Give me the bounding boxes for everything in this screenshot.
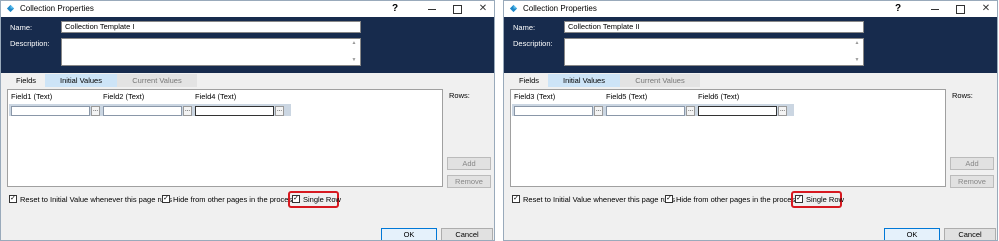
single-row-label: Single Row xyxy=(806,195,844,204)
hide-from-pages-checkbox[interactable]: ✓ xyxy=(665,195,673,203)
app-logo-icon xyxy=(509,4,518,13)
minimize-icon[interactable] xyxy=(425,2,439,15)
add-button[interactable]: Add xyxy=(447,157,491,170)
remove-button[interactable]: Remove xyxy=(950,175,994,188)
tab-fields[interactable]: Fields xyxy=(7,74,45,87)
single-row-label: Single Row xyxy=(303,195,341,204)
ok-button[interactable]: OK xyxy=(884,228,940,240)
browse-button[interactable]: ... xyxy=(686,106,695,116)
tab-initial-values[interactable]: Initial Values xyxy=(548,74,620,87)
window-title: Collection Properties xyxy=(523,4,597,13)
scroll-down-icon[interactable]: ▼ xyxy=(350,57,358,64)
add-button[interactable]: Add xyxy=(950,157,994,170)
cell-input[interactable] xyxy=(11,106,90,116)
collection-properties-dialog-2: Collection Properties ? ✕ Name: Collecti… xyxy=(503,0,998,241)
cancel-button[interactable]: Cancel xyxy=(441,228,493,240)
close-icon[interactable]: ✕ xyxy=(476,2,490,15)
name-label: Name: xyxy=(513,23,536,32)
column-header: Field1 (Text) xyxy=(11,92,53,101)
checkmark-icon: ✓ xyxy=(513,195,519,202)
browse-button[interactable]: ... xyxy=(91,106,100,116)
hide-from-pages-label: Hide from other pages in the process xyxy=(676,195,799,204)
name-input[interactable]: Collection Template I xyxy=(61,21,361,33)
cell-input[interactable] xyxy=(103,106,182,116)
browse-button[interactable]: ... xyxy=(183,106,192,116)
checkmark-icon: ✓ xyxy=(163,195,169,202)
properties-header: Name: Collection Template I Description:… xyxy=(1,17,494,73)
column-header: Field5 (Text) xyxy=(606,92,648,101)
cancel-button[interactable]: Cancel xyxy=(944,228,996,240)
reset-initial-checkbox[interactable]: ✓ xyxy=(9,195,17,203)
title-bar: Collection Properties ? ✕ xyxy=(1,1,494,17)
column-header: Field4 (Text) xyxy=(195,92,237,101)
tab-fields[interactable]: Fields xyxy=(510,74,548,87)
checkmark-icon: ✓ xyxy=(10,195,16,202)
help-button[interactable]: ? xyxy=(891,2,905,15)
ok-button[interactable]: OK xyxy=(381,228,437,240)
cell-input[interactable] xyxy=(195,106,274,116)
collection-grid: Field3 (Text) Field5 (Text) Field6 (Text… xyxy=(510,89,946,187)
single-row-checkbox[interactable]: ✓ xyxy=(795,195,803,203)
minimize-icon[interactable] xyxy=(928,2,942,15)
scroll-up-icon[interactable]: ▲ xyxy=(853,40,861,47)
browse-button[interactable]: ... xyxy=(275,106,284,116)
cell-input[interactable] xyxy=(514,106,593,116)
collection-grid: Field1 (Text) Field2 (Text) Field4 (Text… xyxy=(7,89,443,187)
hide-from-pages-checkbox[interactable]: ✓ xyxy=(162,195,170,203)
help-button[interactable]: ? xyxy=(388,2,402,15)
maximize-icon[interactable] xyxy=(953,2,967,15)
scroll-up-icon[interactable]: ▲ xyxy=(350,40,358,47)
name-input[interactable]: Collection Template II xyxy=(564,21,864,33)
checkmark-icon: ✓ xyxy=(666,195,672,202)
cell-input[interactable] xyxy=(606,106,685,116)
tab-current-values[interactable]: Current Values xyxy=(117,74,197,87)
maximize-icon[interactable] xyxy=(450,2,464,15)
collection-properties-dialog-1: Collection Properties ? ✕ Name: Collecti… xyxy=(0,0,495,241)
description-label: Description: xyxy=(10,39,50,48)
checkmark-icon: ✓ xyxy=(796,195,802,202)
reset-initial-label: Reset to Initial Value whenever this pag… xyxy=(523,195,676,204)
title-bar: Collection Properties ? ✕ xyxy=(504,1,997,17)
scroll-down-icon[interactable]: ▼ xyxy=(853,57,861,64)
browse-button[interactable]: ... xyxy=(778,106,787,116)
properties-header: Name: Collection Template II Description… xyxy=(504,17,997,73)
column-header: Field6 (Text) xyxy=(698,92,740,101)
description-label: Description: xyxy=(513,39,553,48)
description-input[interactable]: ▲ ▼ xyxy=(61,38,361,66)
browse-button[interactable]: ... xyxy=(594,106,603,116)
rows-label: Rows: xyxy=(952,91,973,100)
checkmark-icon: ✓ xyxy=(293,195,299,202)
hide-from-pages-label: Hide from other pages in the process xyxy=(173,195,296,204)
app-logo-icon xyxy=(6,4,15,13)
tab-current-values[interactable]: Current Values xyxy=(620,74,700,87)
name-label: Name: xyxy=(10,23,33,32)
single-row-checkbox[interactable]: ✓ xyxy=(292,195,300,203)
remove-button[interactable]: Remove xyxy=(447,175,491,188)
column-header: Field3 (Text) xyxy=(514,92,556,101)
window-title: Collection Properties xyxy=(20,4,94,13)
reset-initial-label: Reset to Initial Value whenever this pag… xyxy=(20,195,173,204)
description-input[interactable]: ▲ ▼ xyxy=(564,38,864,66)
cell-input[interactable] xyxy=(698,106,777,116)
rows-label: Rows: xyxy=(449,91,470,100)
tab-initial-values[interactable]: Initial Values xyxy=(45,74,117,87)
reset-initial-checkbox[interactable]: ✓ xyxy=(512,195,520,203)
close-icon[interactable]: ✕ xyxy=(979,2,993,15)
column-header: Field2 (Text) xyxy=(103,92,145,101)
